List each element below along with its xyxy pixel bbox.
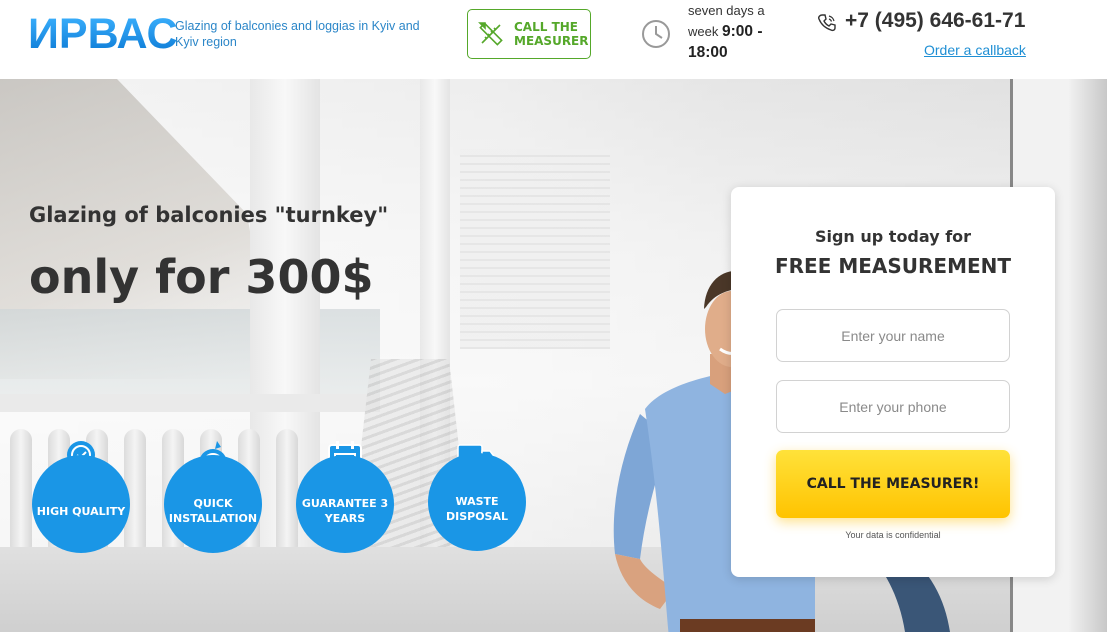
- feature-label: GUARANTEE 3 YEARS: [301, 497, 389, 525]
- measurement-form: Sign up today for FREE MEASUREMENT CALL …: [731, 187, 1055, 577]
- form-subtitle: Sign up today for: [814, 227, 972, 246]
- call-measurer-header-label: CALL THE MEASURER: [514, 20, 589, 48]
- feature-high-quality: HIGH QUALITY: [32, 439, 130, 553]
- name-input[interactable]: [776, 309, 1010, 362]
- hero-subtitle: Glazing of balconies "turnkey": [29, 203, 389, 227]
- form-title: FREE MEASUREMENT: [774, 254, 1012, 278]
- feature-circle: QUICK INSTALLATION: [164, 455, 262, 553]
- phone-number[interactable]: +7 (495) 646-61-71: [845, 9, 1025, 33]
- background-shutter: [460, 149, 610, 349]
- phone-input[interactable]: [776, 380, 1010, 433]
- tagline: Glazing of balconies and loggias in Kyiv…: [175, 19, 420, 49]
- feature-label: HIGH QUALITY: [36, 504, 126, 518]
- feature-label: WASTE DISPOSAL: [445, 495, 508, 523]
- feature-circle: WASTE DISPOSAL: [428, 453, 526, 551]
- site-header: ИРВАС Glazing of balconies and loggias i…: [0, 0, 1107, 79]
- feature-waste-disposal: WASTE DISPOSAL: [428, 437, 526, 551]
- ruler-pencil-icon: [478, 22, 503, 46]
- clock-icon: [642, 20, 670, 48]
- logo[interactable]: ИРВАС: [28, 12, 178, 56]
- hero-section: Glazing of balconies "turnkey" only for …: [0, 79, 1107, 632]
- feature-guarantee: GUARANTEE 3 YEARS: [296, 439, 394, 553]
- call-measurer-submit-button[interactable]: CALL THE MEASURER!: [776, 450, 1010, 518]
- feature-circle: HIGH QUALITY: [32, 455, 130, 553]
- feature-label: QUICK INSTALLATION: [168, 497, 258, 525]
- call-measurer-header-button[interactable]: CALL THE MEASURER: [467, 9, 591, 59]
- feature-circle: GUARANTEE 3 YEARS: [296, 455, 394, 553]
- hero-price-title: only for 300$: [29, 250, 374, 304]
- feature-quick-installation: QUICK INSTALLATION: [164, 439, 262, 553]
- working-hours: seven days a week 9:00 - 18:00: [688, 0, 778, 63]
- confidential-note: Your data is confidential: [845, 530, 941, 540]
- order-callback-link[interactable]: Order a callback: [924, 42, 1026, 58]
- phone-icon: [818, 14, 836, 32]
